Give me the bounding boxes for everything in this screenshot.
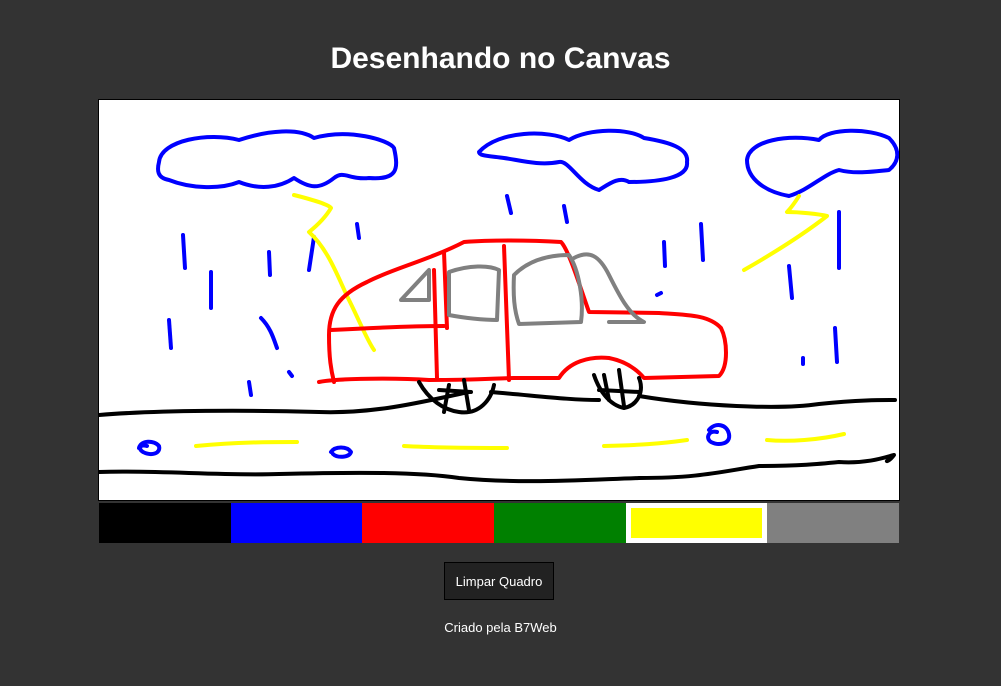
blob-strokes: [137, 423, 732, 459]
cloud-stroke: [745, 128, 899, 198]
footer-credit: Criado pela B7Web: [444, 620, 557, 635]
road-marking-strokes: [194, 432, 846, 450]
color-swatch-green[interactable]: [494, 503, 626, 543]
wheel-and-road-strokes: [99, 368, 897, 484]
color-swatch-black[interactable]: [99, 503, 231, 543]
color-swatch-red[interactable]: [362, 503, 495, 543]
car-body-stroke: [432, 268, 439, 380]
car-body-stroke: [329, 324, 446, 332]
cloud-stroke: [156, 129, 399, 190]
color-swatch-gray[interactable]: [767, 503, 900, 543]
clear-board-button[interactable]: Limpar Quadro: [444, 562, 554, 600]
lightning-stroke: [742, 194, 829, 272]
car-body-stroke: [502, 244, 511, 382]
cloud-stroke: [477, 128, 690, 192]
car-body-stroke: [442, 250, 449, 330]
color-swatch-blue[interactable]: [230, 503, 363, 543]
color-palette: [99, 503, 900, 543]
color-swatch-yellow[interactable]: [625, 503, 768, 543]
drawing-canvas[interactable]: [98, 99, 900, 501]
drawing-strokes: [99, 128, 899, 484]
page-title: Desenhando no Canvas: [330, 42, 671, 75]
